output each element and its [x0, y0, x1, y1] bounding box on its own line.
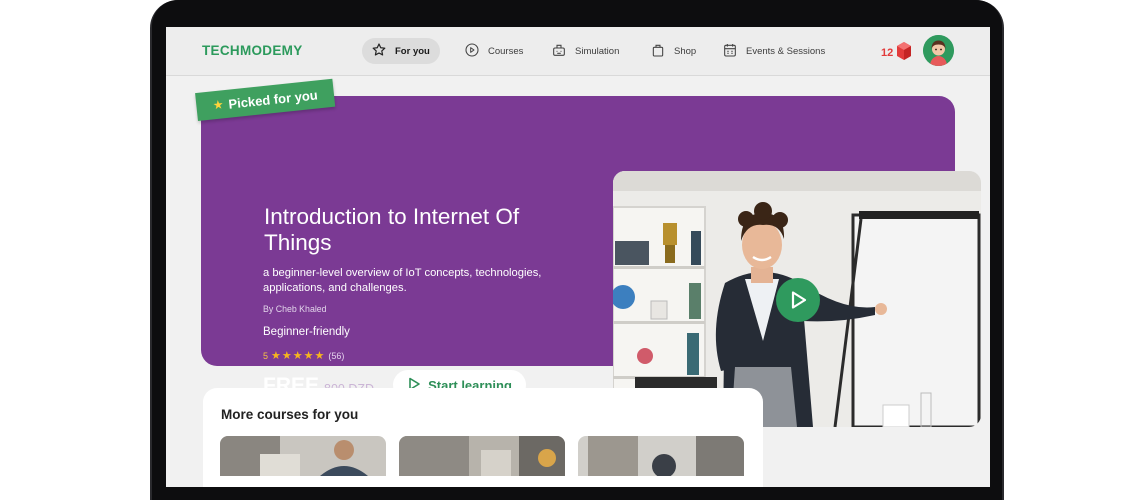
more-courses-section: More courses for you	[203, 388, 763, 487]
nav-label: Simulation	[575, 45, 620, 57]
tag-label: Picked for you	[227, 86, 319, 112]
video-play-button[interactable]	[776, 278, 820, 322]
nav-label: For you	[395, 45, 430, 57]
rating-stars-icon: ★★★★★	[271, 350, 326, 362]
nav-item-shop[interactable]: Shop	[650, 38, 696, 64]
brand-logo[interactable]: TECHMODEMY	[202, 43, 303, 58]
user-avatar[interactable]	[923, 35, 954, 66]
nav-item-courses[interactable]: Courses	[464, 38, 523, 64]
top-nav: TECHMODEMY For you Courses Simulation Sh…	[166, 27, 990, 76]
nav-label: Shop	[674, 45, 697, 57]
gem-count: 12	[881, 46, 894, 59]
section-title: More courses for you	[221, 407, 359, 422]
course-thumbnail[interactable]	[220, 436, 386, 476]
play-icon	[791, 291, 807, 309]
course-thumbnail[interactable]	[578, 436, 744, 476]
simulation-icon	[551, 42, 567, 61]
nav-item-simulation[interactable]: Simulation	[551, 38, 619, 64]
course-level: Beginner-friendly	[263, 326, 350, 338]
gem-icon	[897, 42, 912, 63]
nav-item-events[interactable]: Events & Sessions	[722, 38, 825, 64]
star-icon	[371, 42, 387, 61]
play-circle-icon	[464, 42, 480, 61]
gem-counter[interactable]: 12	[881, 42, 912, 63]
course-author: By Cheb Khaled	[263, 304, 327, 314]
course-thumbnail[interactable]	[399, 436, 565, 476]
featured-course-card[interactable]: Introduction to Internet Of Things a beg…	[201, 96, 981, 427]
nav-label: Courses	[488, 45, 524, 57]
rating-count: (56)	[328, 350, 345, 361]
app-screen: TECHMODEMY For you Courses Simulation Sh…	[166, 27, 990, 487]
shopping-bag-icon	[650, 42, 666, 61]
rating-value: 5	[263, 350, 269, 361]
course-description: a beginner-level overview of IoT concept…	[263, 267, 542, 294]
course-rating: 5 ★★★★★ (56)	[263, 349, 344, 362]
calendar-icon	[722, 42, 738, 61]
nav-item-for-you[interactable]: For you	[362, 38, 440, 64]
star-icon: ★	[212, 97, 225, 113]
nav-label: Events & Sessions	[746, 45, 826, 57]
course-title: Introduction to Internet Of Things	[264, 204, 520, 255]
